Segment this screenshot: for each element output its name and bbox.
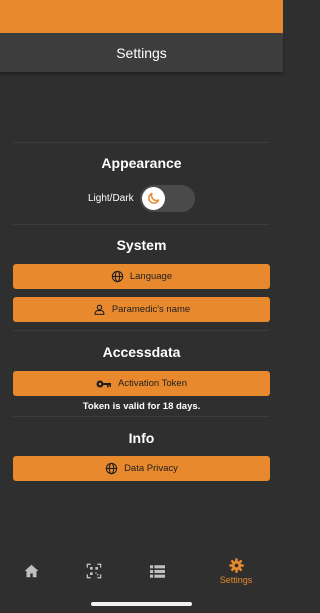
theme-toggle-label: Light/Dark — [88, 193, 134, 204]
divider — [13, 224, 269, 225]
divider — [13, 330, 269, 331]
status-bar — [0, 0, 283, 33]
activation-token-button[interactable]: Activation Token — [13, 371, 270, 396]
page-title: Settings — [116, 44, 167, 61]
activation-token-button-label: Activation Token — [117, 378, 187, 389]
tab-settings-label: Settings — [219, 574, 253, 585]
tab-list[interactable] — [137, 553, 177, 589]
theme-toggle[interactable] — [140, 185, 195, 212]
section-title-accessdata: Accessdata — [102, 344, 181, 360]
section-title-info: Info — [128, 430, 155, 446]
app-header: Settings — [0, 33, 283, 72]
person-icon — [93, 303, 106, 316]
list-icon — [149, 564, 165, 578]
language-button-label: Language — [129, 271, 173, 282]
data-privacy-button-label: Data Privacy — [124, 463, 178, 474]
divider — [13, 416, 269, 417]
paramedic-name-button-label: Paramedic's name — [111, 304, 191, 315]
language-button[interactable]: Language — [13, 264, 270, 289]
data-privacy-button[interactable]: Data Privacy — [13, 456, 270, 481]
theme-toggle-row: Light/Dark — [0, 185, 283, 212]
paramedic-name-button[interactable]: Paramedic's name — [13, 297, 270, 322]
globe-icon — [105, 462, 118, 475]
moon-icon — [148, 192, 160, 204]
globe-icon — [111, 270, 124, 283]
tab-settings[interactable]: Settings — [216, 553, 256, 589]
home-indicator — [91, 602, 192, 606]
token-validity-note: Token is valid for 18 days. — [82, 401, 201, 412]
key-icon — [96, 378, 112, 390]
tab-scan[interactable] — [74, 553, 114, 589]
tab-bar: Settings — [0, 553, 283, 593]
section-title-appearance: Appearance — [101, 155, 182, 171]
gear-icon — [228, 557, 244, 573]
qr-scan-icon — [86, 563, 102, 579]
divider — [13, 142, 269, 143]
toggle-knob — [142, 187, 165, 210]
home-icon — [24, 564, 38, 578]
tab-home[interactable] — [11, 553, 51, 589]
section-title-system: System — [116, 237, 167, 253]
